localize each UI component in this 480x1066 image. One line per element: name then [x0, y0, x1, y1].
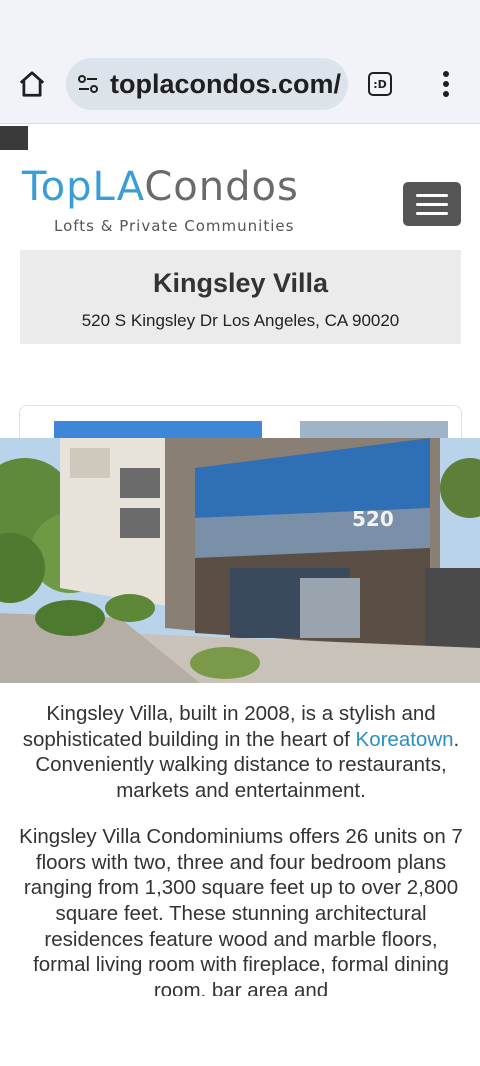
- building-photo-image: 520: [0, 438, 480, 683]
- site-settings-icon: [78, 75, 98, 93]
- koreatown-link[interactable]: Koreatown: [356, 728, 454, 751]
- description-paragraph: Kingsley Villa Condominiums offers 26 un…: [19, 824, 463, 1003]
- listing-header: Kingsley Villa 520 S Kingsley Dr Los Ang…: [20, 250, 461, 344]
- site-settings-button[interactable]: [66, 58, 110, 110]
- page-title: Kingsley Villa: [152, 268, 329, 298]
- browser-toolbar: toplacondos.com/ :D: [0, 0, 480, 124]
- logo-tagline: Lofts & Private Communities: [54, 217, 295, 235]
- photo-address-number: 520: [352, 507, 394, 531]
- site-logo[interactable]: TopLACondos Lofts & Private Communities: [22, 163, 322, 235]
- logo-wordmark: TopLACondos: [22, 163, 322, 211]
- overlay-tab-marker: [0, 126, 28, 150]
- bottom-blank-area: [0, 996, 480, 1066]
- url-text: toplacondos.com/: [110, 68, 342, 99]
- more-vert-icon: [443, 71, 449, 97]
- address-bar[interactable]: toplacondos.com/: [66, 58, 348, 110]
- tab-switcher-button[interactable]: :D: [358, 62, 402, 106]
- building-photo[interactable]: 520: [0, 438, 480, 683]
- logo-part-blue: TopLA: [22, 164, 145, 210]
- hamburger-icon-bar: [416, 211, 448, 215]
- listing-description: Kingsley Villa, built in 2008, is a styl…: [16, 701, 466, 1004]
- tab-switcher-icon: :D: [368, 72, 392, 96]
- browser-menu-button[interactable]: [424, 62, 468, 106]
- home-icon: [19, 71, 45, 97]
- hamburger-icon-bar: [416, 193, 448, 197]
- logo-part-gray: Condos: [144, 164, 299, 210]
- listing-address: 520 S Kingsley Dr Los Angeles, CA 90020: [81, 311, 400, 330]
- hamburger-icon-bar: [416, 202, 448, 206]
- home-button[interactable]: [10, 62, 54, 106]
- description-paragraph: Kingsley Villa, built in 2008, is a styl…: [16, 701, 466, 804]
- nav-menu-button[interactable]: [403, 182, 461, 226]
